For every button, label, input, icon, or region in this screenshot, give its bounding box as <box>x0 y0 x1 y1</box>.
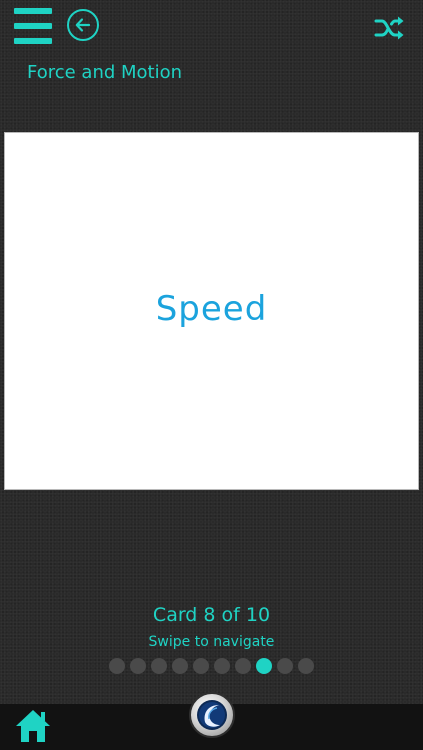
arrow-left-icon <box>75 18 91 32</box>
page-dot-active[interactable] <box>256 658 272 674</box>
home-icon <box>16 710 50 742</box>
page-dot[interactable] <box>214 658 230 674</box>
page-dot[interactable] <box>193 658 209 674</box>
page-dot[interactable] <box>298 658 314 674</box>
shuffle-icon <box>374 16 404 40</box>
page-dot[interactable] <box>151 658 167 674</box>
menu-icon-bar <box>14 38 52 44</box>
shuffle-button[interactable] <box>374 14 406 42</box>
page-dot[interactable] <box>130 658 146 674</box>
flash-card[interactable]: Speed <box>4 132 419 490</box>
swipe-hint: Swipe to navigate <box>148 634 275 650</box>
page-dot[interactable] <box>235 658 251 674</box>
deck-title: Force and Motion <box>27 62 183 83</box>
menu-icon-bar <box>14 8 52 14</box>
page-indicator <box>0 658 423 674</box>
page-dot[interactable] <box>109 658 125 674</box>
menu-button[interactable] <box>14 8 52 46</box>
menu-icon-bar <box>14 23 52 29</box>
page-dot[interactable] <box>172 658 188 674</box>
home-button[interactable] <box>14 708 52 744</box>
app-logo-button[interactable] <box>189 692 235 738</box>
back-button[interactable] <box>67 9 99 41</box>
page-dot[interactable] <box>277 658 293 674</box>
card-counter: Card 8 of 10 <box>152 604 271 626</box>
app-logo-icon <box>197 700 227 730</box>
card-term: Speed <box>155 289 268 329</box>
